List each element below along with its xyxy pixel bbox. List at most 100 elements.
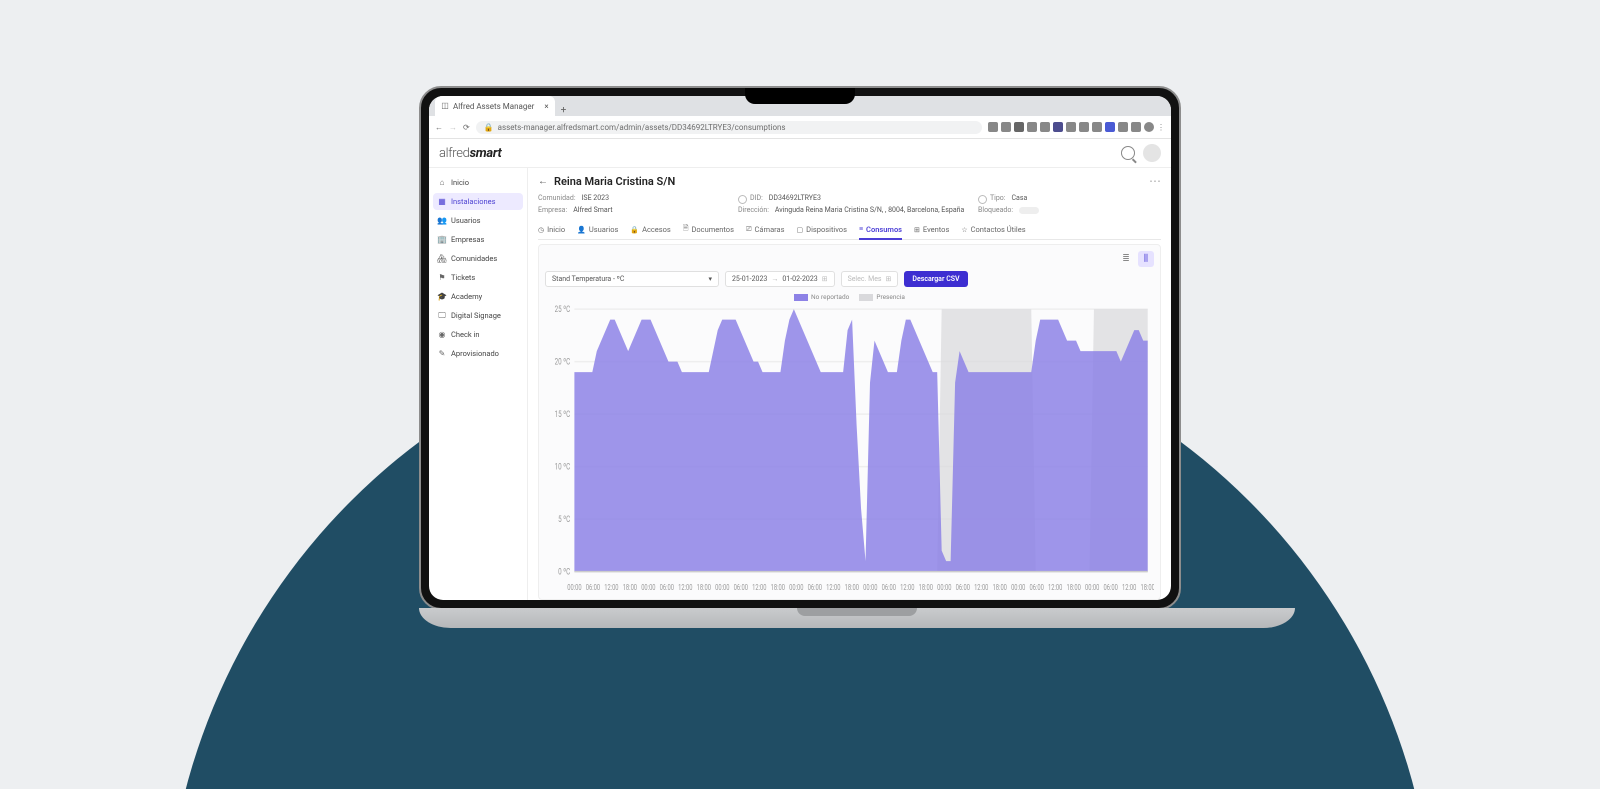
ext-icon[interactable]	[1066, 122, 1076, 132]
tab-usuarios[interactable]: 👤Usuarios	[577, 220, 618, 239]
sidebar-item-label: Digital Signage	[451, 311, 501, 320]
tab-label: Consumos	[866, 225, 902, 234]
new-tab-button[interactable]: +	[561, 105, 567, 116]
svg-text:18:00: 18:00	[623, 582, 637, 592]
svg-text:06:00: 06:00	[1030, 582, 1044, 592]
back-icon[interactable]: ←	[538, 176, 548, 187]
browser-menu-icon[interactable]: ⋮	[1157, 123, 1165, 132]
sidebar-item-tickets[interactable]: ⚑Tickets	[433, 269, 523, 286]
nav-back-icon[interactable]: ←	[435, 123, 443, 132]
ext-icon[interactable]	[1053, 122, 1063, 132]
legend-swatch	[859, 294, 873, 301]
lock-icon: 🔒	[630, 226, 639, 234]
sidebar-item-inicio[interactable]: ⌂Inicio	[433, 174, 523, 191]
tab-eventos[interactable]: ⊞Eventos	[914, 220, 949, 239]
users-icon: 👤	[577, 226, 586, 234]
companies-icon: 🏢	[438, 236, 446, 244]
download-csv-button[interactable]: Descargar CSV	[904, 271, 967, 287]
svg-text:06:00: 06:00	[586, 582, 600, 592]
browser-extensions: ⋮	[988, 122, 1165, 132]
tab-inicio[interactable]: ◷Inicio	[538, 220, 565, 239]
more-icon[interactable]: ⋯	[1149, 174, 1161, 188]
date-to: 01-02-2023	[782, 275, 817, 283]
url-field[interactable]: 🔒 assets-manager.alfredsmart.com/admin/a…	[476, 121, 982, 134]
ext-icon[interactable]	[1001, 122, 1011, 132]
svg-text:12:00: 12:00	[826, 582, 840, 592]
favicon-icon: ◫	[441, 102, 449, 110]
tab-dispositivos[interactable]: ▢Dispositivos	[797, 220, 847, 239]
svg-text:18:00: 18:00	[845, 582, 859, 592]
ext-icon[interactable]	[1118, 122, 1128, 132]
ext-icon[interactable]	[1079, 122, 1089, 132]
calendar-icon: ⊞	[822, 275, 828, 283]
camera-icon: ⎚	[746, 225, 752, 234]
sidebar-item-comunidades[interactable]: 🏘Comunidades	[433, 250, 523, 267]
ext-icon[interactable]	[1040, 122, 1050, 132]
view-chart-icon[interactable]: ⫼	[1138, 251, 1154, 267]
nav-reload-icon[interactable]: ⟳	[463, 123, 470, 132]
sub-tabs: ◷Inicio 👤Usuarios 🔒Accesos 🗎Documentos ⎚Cáma…	[538, 220, 1161, 240]
tab-accesos[interactable]: 🔒Accesos	[630, 220, 670, 239]
ext-icon[interactable]	[1014, 122, 1024, 132]
browser-avatar[interactable]	[1144, 122, 1154, 132]
meta-value: ISE 2023	[582, 194, 610, 202]
tab-contactos-útiles[interactable]: ☆Contactos Útiles	[961, 220, 1025, 239]
svg-text:20 ºC: 20 ºC	[555, 357, 571, 367]
svg-text:12:00: 12:00	[604, 582, 618, 592]
svg-text:5 ºC: 5 ºC	[558, 514, 570, 524]
ext-icon[interactable]	[1131, 122, 1141, 132]
date-from: 25-01-2023	[732, 275, 767, 283]
ext-icon[interactable]	[988, 122, 998, 132]
app-root: alfredsmart ⌂Inicio▦Instalaciones👥Usuari…	[429, 139, 1171, 600]
circle-icon	[978, 195, 987, 204]
brand-logo[interactable]: alfredsmart	[439, 146, 501, 161]
ext-icon[interactable]	[1105, 122, 1115, 132]
sidebar-item-label: Tickets	[451, 273, 475, 282]
toggle-icon[interactable]	[1019, 207, 1039, 214]
svg-text:10 ºC: 10 ºC	[555, 462, 571, 472]
sidebar-item-check-in[interactable]: ◉Check in	[433, 326, 523, 343]
star-icon: ☆	[961, 226, 967, 234]
svg-text:12:00: 12:00	[752, 582, 766, 592]
chart-icon: ≡	[859, 225, 863, 233]
sidebar-item-instalaciones[interactable]: ▦Instalaciones	[433, 193, 523, 210]
meta-label: Dirección:	[738, 206, 769, 214]
ext-icon[interactable]	[1092, 122, 1102, 132]
home-icon: ⌂	[438, 179, 446, 187]
tab-label: Cámaras	[755, 225, 785, 234]
laptop-frame: ◫ Alfred Assets Manager × + ← → ⟳ 🔒	[419, 86, 1181, 628]
sidebar-item-digital-signage[interactable]: 🖵Digital Signage	[433, 307, 523, 324]
tab-label: Inicio	[547, 225, 565, 234]
tab-documentos[interactable]: 🗎Documentos	[683, 220, 734, 239]
ext-icon[interactable]	[1027, 122, 1037, 132]
sidebar-item-empresas[interactable]: 🏢Empresas	[433, 231, 523, 248]
metric-select[interactable]: Stand Temperatura - ºC ▾	[545, 271, 719, 287]
svg-text:18:00: 18:00	[1141, 582, 1154, 592]
view-list-icon[interactable]: ≣	[1118, 251, 1134, 267]
provisioning-icon: ✎	[438, 350, 446, 358]
main-content: ← Reina Maria Cristina S/N ⋯ Comunidad:I…	[528, 168, 1171, 600]
meta-value: DD34692LTRYE3	[769, 194, 821, 202]
user-avatar[interactable]	[1143, 144, 1161, 162]
month-picker[interactable]: Selec. Mes ⊞	[841, 271, 899, 287]
date-range-picker[interactable]: 25-01-2023 → 01-02-2023 ⊞	[725, 271, 835, 287]
calendar-icon: ⊞	[914, 226, 920, 234]
doc-icon: 🗎	[683, 224, 689, 235]
tab-label: Usuarios	[589, 225, 618, 234]
asset-meta: Comunidad:ISE 2023 DID:DD34692LTRYE3 Tip…	[538, 194, 1161, 214]
sidebar-item-usuarios[interactable]: 👥Usuarios	[433, 212, 523, 229]
lock-icon: 🔒	[484, 123, 494, 132]
svg-text:00:00: 00:00	[789, 582, 803, 592]
sidebar-item-aprovisionado[interactable]: ✎Aprovisionado	[433, 345, 523, 362]
tab-consumos[interactable]: ≡Consumos	[859, 220, 902, 240]
sidebar-item-academy[interactable]: 🎓Academy	[433, 288, 523, 305]
close-tab-icon[interactable]: ×	[544, 102, 548, 111]
sidebar-item-label: Usuarios	[451, 216, 480, 225]
search-icon[interactable]	[1121, 146, 1135, 160]
browser-tab[interactable]: ◫ Alfred Assets Manager ×	[435, 96, 555, 116]
tab-label: Documentos	[691, 225, 733, 234]
tab-cámaras[interactable]: ⎚Cámaras	[746, 220, 785, 239]
meta-value: Casa	[1012, 194, 1028, 202]
svg-text:00:00: 00:00	[641, 582, 655, 592]
nav-forward-icon[interactable]: →	[449, 123, 457, 132]
